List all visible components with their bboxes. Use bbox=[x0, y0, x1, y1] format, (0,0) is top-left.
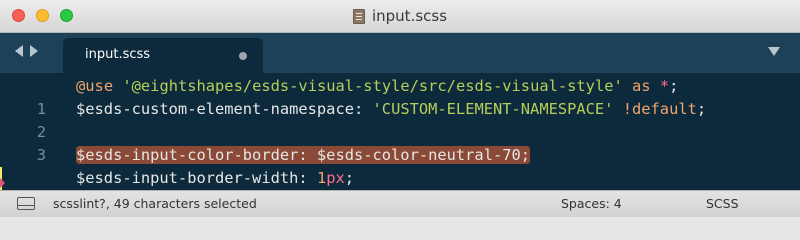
at-symbol: @ bbox=[76, 77, 86, 95]
line-code: $esds-custom-element-namespace: 'CUSTOM-… bbox=[76, 98, 706, 121]
code-line-4[interactable]: 4 $esds-input-color-border: $esds-color-… bbox=[0, 144, 800, 210]
title-bar: input.scss bbox=[0, 0, 800, 33]
code-editor[interactable]: 1 @use '@eightshapes/esds-visual-style/s… bbox=[0, 73, 800, 210]
status-bar: scsslint?, 49 characters selected Spaces… bbox=[0, 190, 800, 217]
text-selection[interactable]: $esds-input-color-border: $esds-color-ne… bbox=[76, 146, 531, 164]
syntax-selector[interactable]: SCSS bbox=[706, 196, 739, 211]
tab-label: input.scss bbox=[85, 47, 151, 62]
toggle-panel-icon[interactable] bbox=[17, 197, 35, 210]
status-message: scsslint?, 49 characters selected bbox=[53, 196, 257, 211]
tab-bar: input.scss bbox=[0, 33, 800, 73]
unit: px bbox=[326, 169, 345, 187]
code-line-3[interactable]: 3 bbox=[0, 121, 800, 164]
lint-warning-marker-icon bbox=[0, 178, 5, 188]
number-value: 1 bbox=[316, 169, 327, 187]
as-keyword: as bbox=[632, 77, 651, 95]
document-icon bbox=[352, 8, 365, 24]
editor-window: input.scss input.scss 1 @use '@eightshap… bbox=[0, 0, 800, 217]
wildcard-operator: * bbox=[659, 77, 670, 95]
previous-tab-arrow-icon[interactable] bbox=[15, 45, 23, 57]
module-path-string: '@eightshapes/esds-visual-style/src/esds… bbox=[122, 77, 623, 95]
next-tab-arrow-icon[interactable] bbox=[30, 45, 38, 57]
use-keyword: use bbox=[85, 77, 114, 95]
window-title-text: input.scss bbox=[371, 7, 448, 25]
default-flag: !default bbox=[622, 100, 697, 118]
tab-list-dropdown-icon[interactable] bbox=[768, 47, 780, 56]
semicolon: ; bbox=[696, 100, 707, 118]
code-line-2[interactable]: 2 $esds-custom-element-namespace: 'CUSTO… bbox=[0, 98, 800, 141]
semicolon: ; bbox=[344, 169, 355, 187]
tab-input-scss[interactable]: input.scss bbox=[63, 38, 263, 73]
variable-name: $esds-custom-element-namespace: bbox=[76, 100, 364, 118]
line-code: $esds-input-color-border: $esds-color-ne… bbox=[76, 144, 531, 167]
indentation-setting[interactable]: Spaces: 4 bbox=[561, 196, 622, 211]
code-line-5[interactable]: 5 $esds-input-border-width: 1px; bbox=[0, 167, 800, 210]
unsaved-changes-dot-icon[interactable] bbox=[239, 52, 247, 60]
line-code: @use '@eightshapes/esds-visual-style/src… bbox=[76, 75, 678, 98]
line-code: $esds-input-border-width: 1px; bbox=[76, 167, 354, 190]
variable-name: $esds-input-border-width: bbox=[76, 169, 308, 187]
namespace-string: 'CUSTOM-ELEMENT-NAMESPACE' bbox=[372, 100, 614, 118]
semicolon: ; bbox=[669, 77, 679, 95]
window-title: input.scss bbox=[0, 0, 800, 32]
code-line-1[interactable]: 1 @use '@eightshapes/esds-visual-style/s… bbox=[0, 75, 800, 118]
